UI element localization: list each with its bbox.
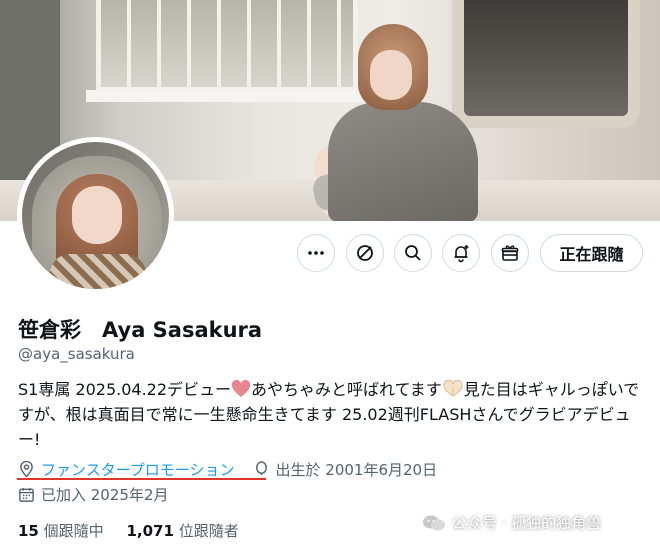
more-button[interactable] bbox=[297, 234, 335, 272]
more-icon bbox=[308, 251, 324, 255]
birthdate: 出生於 2001年6月20日 bbox=[275, 461, 438, 479]
location-link[interactable]: ファンスタープロモーション bbox=[41, 459, 235, 480]
location-pin-icon bbox=[20, 461, 33, 478]
watermark-text: 公众号 · 孤独的独角兽 bbox=[452, 514, 602, 532]
bio-text-1: S1専属 2025.04.22デビュー bbox=[18, 380, 232, 399]
search-button[interactable] bbox=[394, 234, 432, 272]
following-count: 15 bbox=[18, 522, 39, 540]
calendar-icon bbox=[19, 487, 34, 502]
followers-count: 1,071 bbox=[126, 522, 174, 540]
grok-button[interactable] bbox=[346, 234, 384, 272]
avatar[interactable] bbox=[17, 137, 174, 294]
notification-bell-icon bbox=[454, 245, 469, 263]
meta-row-2: 已加入 2025年2月 bbox=[18, 484, 169, 505]
followers-label: 位跟隨者 bbox=[178, 522, 239, 540]
wechat-icon bbox=[423, 515, 445, 530]
profile-stats: 15 個跟隨中 1,071 位跟隨者 bbox=[18, 520, 257, 541]
joined-date: 已加入 2025年2月 bbox=[41, 486, 169, 504]
bio-text-2: あやちゃみと呼ばれてます bbox=[251, 380, 442, 399]
grok-icon bbox=[357, 245, 373, 261]
bio: S1専属 2025.04.22デビュー あやちゃみと呼ばれてます 見た目はギャルっぽ… bbox=[18, 377, 643, 452]
following-label: 個跟隨中 bbox=[43, 522, 104, 540]
subscribe-gift-icon bbox=[501, 245, 519, 261]
meta-row-1: ファンスタープロモーション 出生於 2001年6月20日 bbox=[18, 459, 437, 480]
following-stat[interactable]: 15 個跟隨中 bbox=[18, 522, 104, 540]
display-name: 笹倉彩 Aya Sasakura bbox=[18, 318, 263, 342]
search-icon bbox=[405, 245, 421, 261]
location-underline bbox=[17, 478, 266, 480]
heart-emoji-icon bbox=[231, 380, 251, 397]
heart-hands-emoji-icon bbox=[443, 380, 463, 397]
handle: @aya_sasakura bbox=[18, 345, 135, 363]
banner-mirror bbox=[452, 0, 640, 128]
notify-button[interactable] bbox=[442, 234, 480, 272]
watermark: 公众号 · 孤独的独角兽 bbox=[422, 512, 601, 533]
subscribe-button[interactable] bbox=[491, 234, 529, 272]
following-button[interactable]: 正在跟隨 bbox=[540, 234, 643, 272]
birthday-balloon-icon bbox=[255, 461, 267, 476]
banner-person bbox=[310, 24, 478, 221]
followers-stat[interactable]: 1,071 位跟隨者 bbox=[126, 522, 238, 540]
